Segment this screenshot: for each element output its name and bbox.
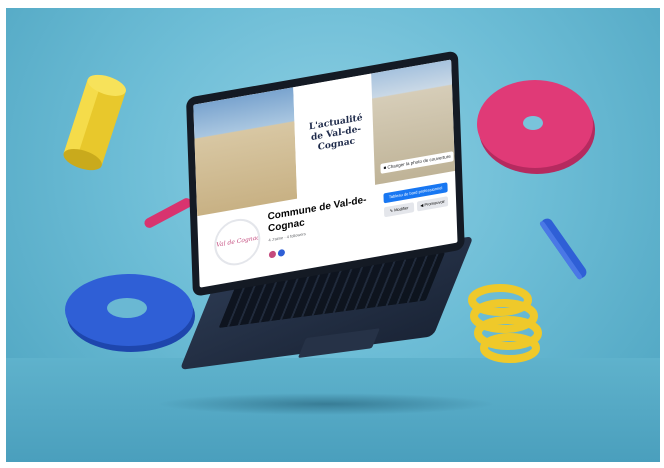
edit-label: Modifier [394, 205, 409, 213]
promote-label: Promouvoir [424, 198, 445, 208]
blue-ring [65, 274, 195, 352]
avatar-logo-text: Val de Cognac [216, 234, 260, 249]
cover-photo-left-building [193, 87, 298, 217]
pink-ring [477, 80, 595, 174]
yellow-cylinder [63, 74, 126, 171]
avatar[interactable]: Val de Cognac [213, 215, 262, 269]
scene-background: L'actualité de Val-de-Cognac ■ Changer l… [6, 8, 660, 462]
page-title: Commune de Val-de-Cognac [267, 194, 367, 235]
laptop-shadow [156, 393, 496, 415]
blue-stick [539, 218, 587, 280]
promote-button[interactable]: ◀ Promouvoir [416, 196, 449, 212]
mini-avatar-icon [277, 248, 286, 257]
facebook-page-display: L'actualité de Val-de-Cognac ■ Changer l… [193, 59, 458, 288]
friend-avatars [268, 242, 288, 263]
edit-button[interactable]: ✎ Modifier [383, 202, 415, 218]
yellow-spring [468, 284, 542, 363]
mini-avatar-icon [268, 250, 277, 259]
pro-dashboard-label: Tableau de bord professionnel [388, 185, 443, 200]
screen-bezel: L'actualité de Val-de-Cognac ■ Changer l… [186, 50, 465, 297]
